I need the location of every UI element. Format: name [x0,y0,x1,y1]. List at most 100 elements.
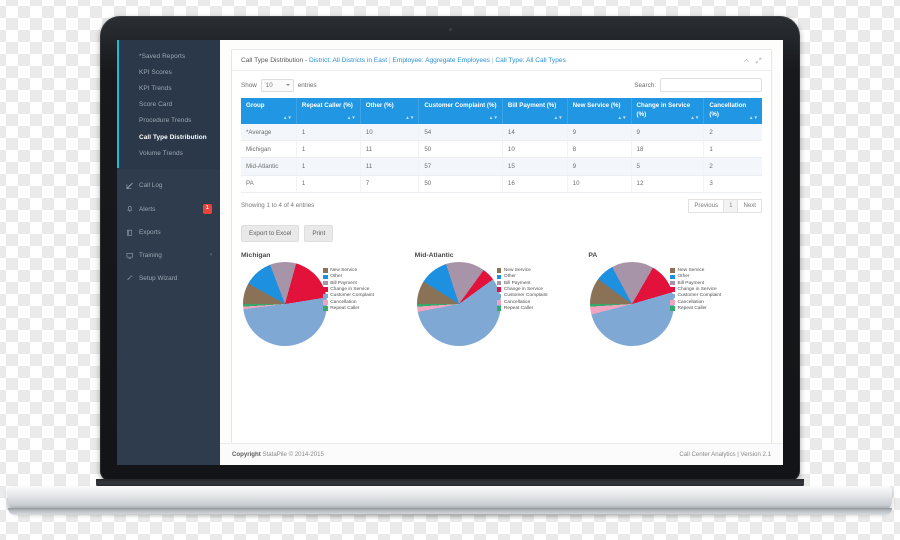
chart-pa: PA New Service Other Bill Payment Change in… [588,252,762,346]
legend-item[interactable]: New Service [323,268,374,273]
pie-pa [590,261,675,346]
sidebar-item-exports[interactable]: Exports [117,221,220,244]
sidebar-item-volume-trends[interactable]: Volume Trends [117,145,220,161]
table-row[interactable]: Mid-Atlantic 1 11 57 15 9 5 2 [241,157,762,176]
legend-item[interactable]: Other [670,274,721,279]
table-body: *Average 1 10 54 14 9 9 2 Michigan 1 11 … [241,123,762,193]
legend-swatch-icon [496,268,502,273]
legend-item[interactable]: New Service [670,268,721,273]
filter-call-type: Call Type: All Call Types [495,57,566,64]
legend-swatch-icon [323,300,328,305]
sidebar-item-label: Call Log [139,182,163,190]
pie-charts-row: Michigan New Service Other Bill Payment Cha… [241,252,762,346]
cell-change-in-service: 18 [631,140,705,159]
column-header-repeat-caller[interactable]: Repeat Caller (%) ▲▼ [296,98,361,124]
legend-item[interactable]: Repeat Caller [670,306,721,311]
report-panel: Call Type Distribution - District: All D… [231,49,772,445]
table-row[interactable]: *Average 1 10 54 14 9 9 2 [241,123,762,142]
legend-item[interactable]: Customer Complaint [496,293,548,299]
page-title: Call Type Distribution - District: All D… [241,57,566,64]
legend-item[interactable]: Cancellation [670,300,721,305]
legend-label: Other [330,274,343,280]
column-header-change-in-service[interactable]: Change in Service (%) ▲▼ [631,98,705,124]
column-header-new-service[interactable]: New Service (%) ▲▼ [567,98,632,124]
legend-label: Change in Service [677,287,717,293]
search-input[interactable] [660,78,762,92]
footer-version: Call Center Analytics | Version 2.1 [679,451,771,458]
sidebar-item-training[interactable]: Training ‹ [117,244,220,267]
table-header-row: Group ▲▼ Repeat Caller (%) ▲▼ Other (%) ▲▼ … [241,98,762,124]
sidebar-item-call-log[interactable]: Call Log [117,174,220,197]
entries-select[interactable]: 10 [260,78,294,92]
expand-icon[interactable] [755,57,762,64]
search-label: Search: [634,81,656,89]
column-label: Other (%) [365,102,394,109]
legend-item[interactable]: Bill Payment [323,281,374,286]
sidebar-item-kpi-scores[interactable]: KPI Scores [117,64,220,80]
table-row[interactable]: Michigan 1 11 50 10 8 18 1 [241,140,762,159]
legend-label: Other [503,274,516,280]
column-header-bill-payment[interactable]: Bill Payment (%) ▲▼ [502,98,568,124]
sidebar-item-setup-wizard[interactable]: Setup Wizard [117,267,220,290]
sidebar-item-alerts[interactable]: Alerts 1 [117,197,220,221]
pagination-previous[interactable]: Previous [688,198,725,213]
chart-title: Michigan [241,251,271,259]
legend-pa: New Service Other Bill Payment Change in Se… [670,268,721,313]
column-header-other[interactable]: Other (%) ▲▼ [360,98,420,124]
print-button[interactable]: Print [304,224,334,242]
legend-item[interactable]: Change in Service [670,287,721,292]
sidebar-item-score-card[interactable]: Score Card [117,97,220,113]
column-label: Customer Complaint (%) [424,102,497,109]
column-label: Cancellation (%) [709,102,747,118]
legend-item[interactable]: Bill Payment [670,281,721,286]
legend-item[interactable]: Other [496,274,548,280]
sidebar-item-procedure-trends[interactable]: Procedure Trends [117,113,220,129]
legend-label: Customer Complaint [503,293,548,299]
export-to-excel-button[interactable]: Export to Excel [241,224,300,242]
cell-group: PA [241,175,297,193]
column-label: Repeat Caller (%) [301,102,353,109]
legend-item[interactable]: Customer Complaint [670,293,721,298]
cell-customer-complaint: 57 [418,157,503,176]
legend-swatch-icon [670,280,675,286]
column-label: Group [246,102,265,109]
legend-item[interactable]: New Service [496,267,548,273]
column-header-group[interactable]: Group ▲▼ [241,98,297,124]
sidebar: *Saved Reports KPI Scores KPI Trends Sco… [117,40,220,465]
legend-item[interactable]: Cancellation [323,300,374,305]
sidebar-item-kpi-trends[interactable]: KPI Trends [117,80,220,96]
sidebar-item-call-type-distribution[interactable]: Call Type Distribution [117,129,220,145]
panel-body: Show 10 entries Search: Group ▲▼ Repeat … [232,71,771,352]
cell-new-service: 10 [567,175,632,193]
legend-swatch-icon [496,300,502,305]
legend-item[interactable]: Other [323,274,374,279]
table-row[interactable]: PA 1 7 50 16 10 12 3 [241,175,762,193]
legend-item[interactable]: Customer Complaint [323,293,374,298]
column-header-customer-complaint[interactable]: Customer Complaint (%) ▲▼ [418,98,503,124]
legend-item[interactable]: Change in Service [496,287,548,292]
column-label: New Service (%) [572,102,621,109]
screen: *Saved Reports KPI Scores KPI Trends Sco… [117,40,783,465]
column-header-cancellation[interactable]: Cancellation (%) ▲▼ [703,98,762,124]
cell-new-service: 8 [567,140,632,159]
sort-icon: ▲▼ [488,114,498,120]
pagination-next[interactable]: Next [737,198,762,213]
chevron-up-icon[interactable] [743,57,750,64]
pagination-page-1[interactable]: 1 [723,198,739,213]
legend-item[interactable]: Change in Service [323,287,374,292]
cell-customer-complaint: 50 [418,175,503,193]
legend-item[interactable]: Repeat Caller [496,306,548,311]
cell-group: Michigan [241,140,297,159]
cell-cancellation: 1 [703,140,762,159]
legend-item[interactable]: Cancellation [496,300,548,305]
sidebar-item-saved-reports[interactable]: *Saved Reports [117,48,220,64]
entries-value: 10 [265,81,273,89]
laptop-mockup: *Saved Reports KPI Scores KPI Trends Sco… [0,0,900,540]
legend-label: New Service [503,267,531,273]
app-footer: Copyright StataPile © 2014-2015 Call Cen… [220,443,783,465]
legend-label: Change in Service [330,287,370,293]
sidebar-item-label: Alerts [139,205,156,213]
sort-icon: ▲▼ [748,114,758,120]
legend-item[interactable]: Repeat Caller [323,306,374,311]
legend-item[interactable]: Bill Payment [496,281,548,286]
